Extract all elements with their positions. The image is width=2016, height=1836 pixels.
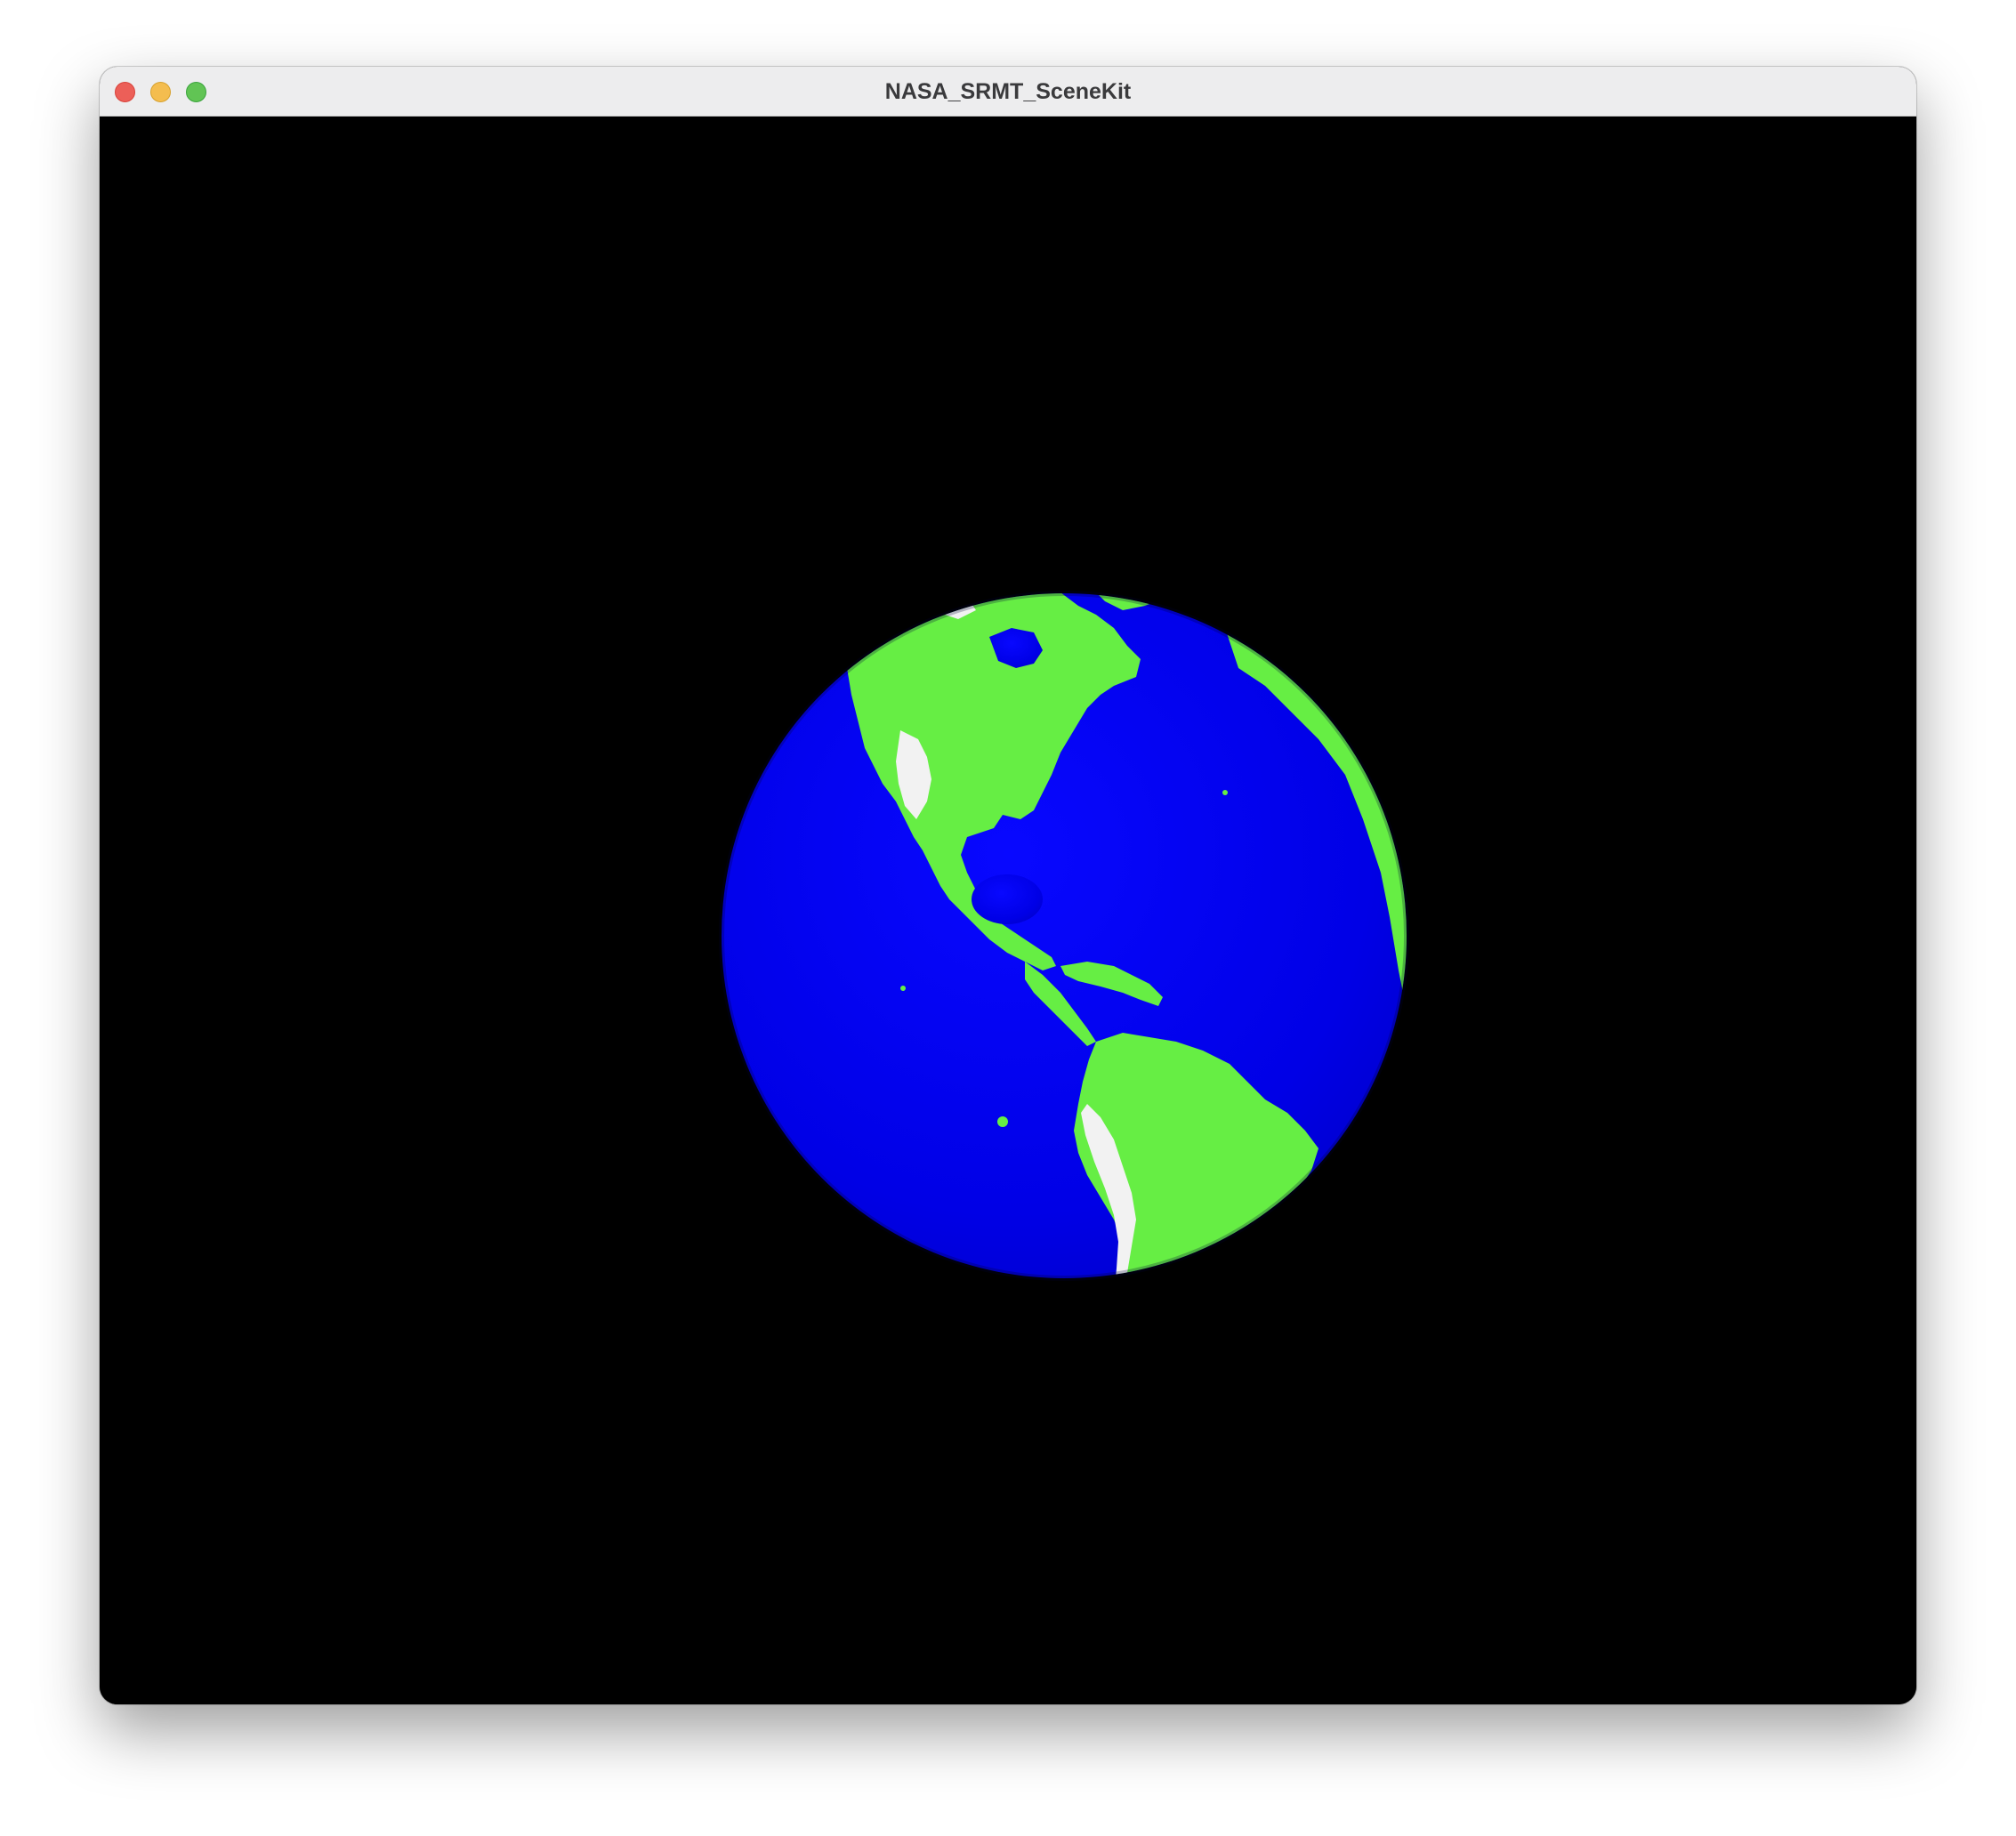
island [900,986,906,991]
title-bar[interactable]: NASA_SRMT_SceneKit [100,67,1916,117]
app-window: NASA_SRMT_SceneKit [100,67,1916,1704]
scenekit-view[interactable] [100,117,1916,1704]
globe-render[interactable] [100,117,1916,1704]
greenland-snow [1105,561,1154,584]
window-title: NASA_SRMT_SceneKit [884,79,1132,104]
gulf-of-mexico [972,874,1043,924]
island [997,1116,1008,1127]
island [1222,790,1228,795]
